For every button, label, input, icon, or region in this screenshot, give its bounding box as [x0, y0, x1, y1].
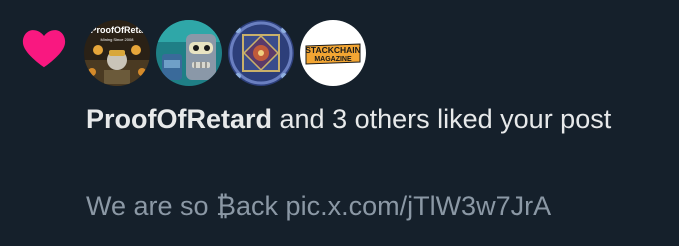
actor-name-link[interactable]: ProofOfRetard	[86, 104, 272, 134]
action-text: and 3 others liked your post	[272, 104, 612, 134]
avatar-stackchain[interactable]: STACKCHAIN MAGAZINE	[300, 20, 366, 86]
avatar-image-text-top: STACKCHAIN	[305, 45, 361, 55]
avatar-proofofretard[interactable]: ProofOfReta Mining Since 2008	[84, 20, 150, 86]
avatar-row: ProofOfReta Mining Since 2008 STACKCHAIN…	[84, 20, 366, 86]
avatar-mandala[interactable]	[228, 20, 294, 86]
like-notification[interactable]: ProofOfReta Mining Since 2008 STACKCHAIN…	[0, 0, 679, 246]
avatar-image-subtext: Mining Since 2008	[101, 37, 135, 42]
avatar-image-text: ProofOfReta	[90, 25, 144, 35]
avatar-robot[interactable]	[156, 20, 222, 86]
heart-icon	[22, 30, 66, 68]
post-preview-text[interactable]: We are so ₿ack pic.x.com/jTlW3w7JrA	[86, 188, 551, 224]
avatar-image-text-bottom: MAGAZINE	[314, 56, 352, 63]
notification-headline: ProofOfRetard and 3 others liked your po…	[86, 100, 661, 138]
